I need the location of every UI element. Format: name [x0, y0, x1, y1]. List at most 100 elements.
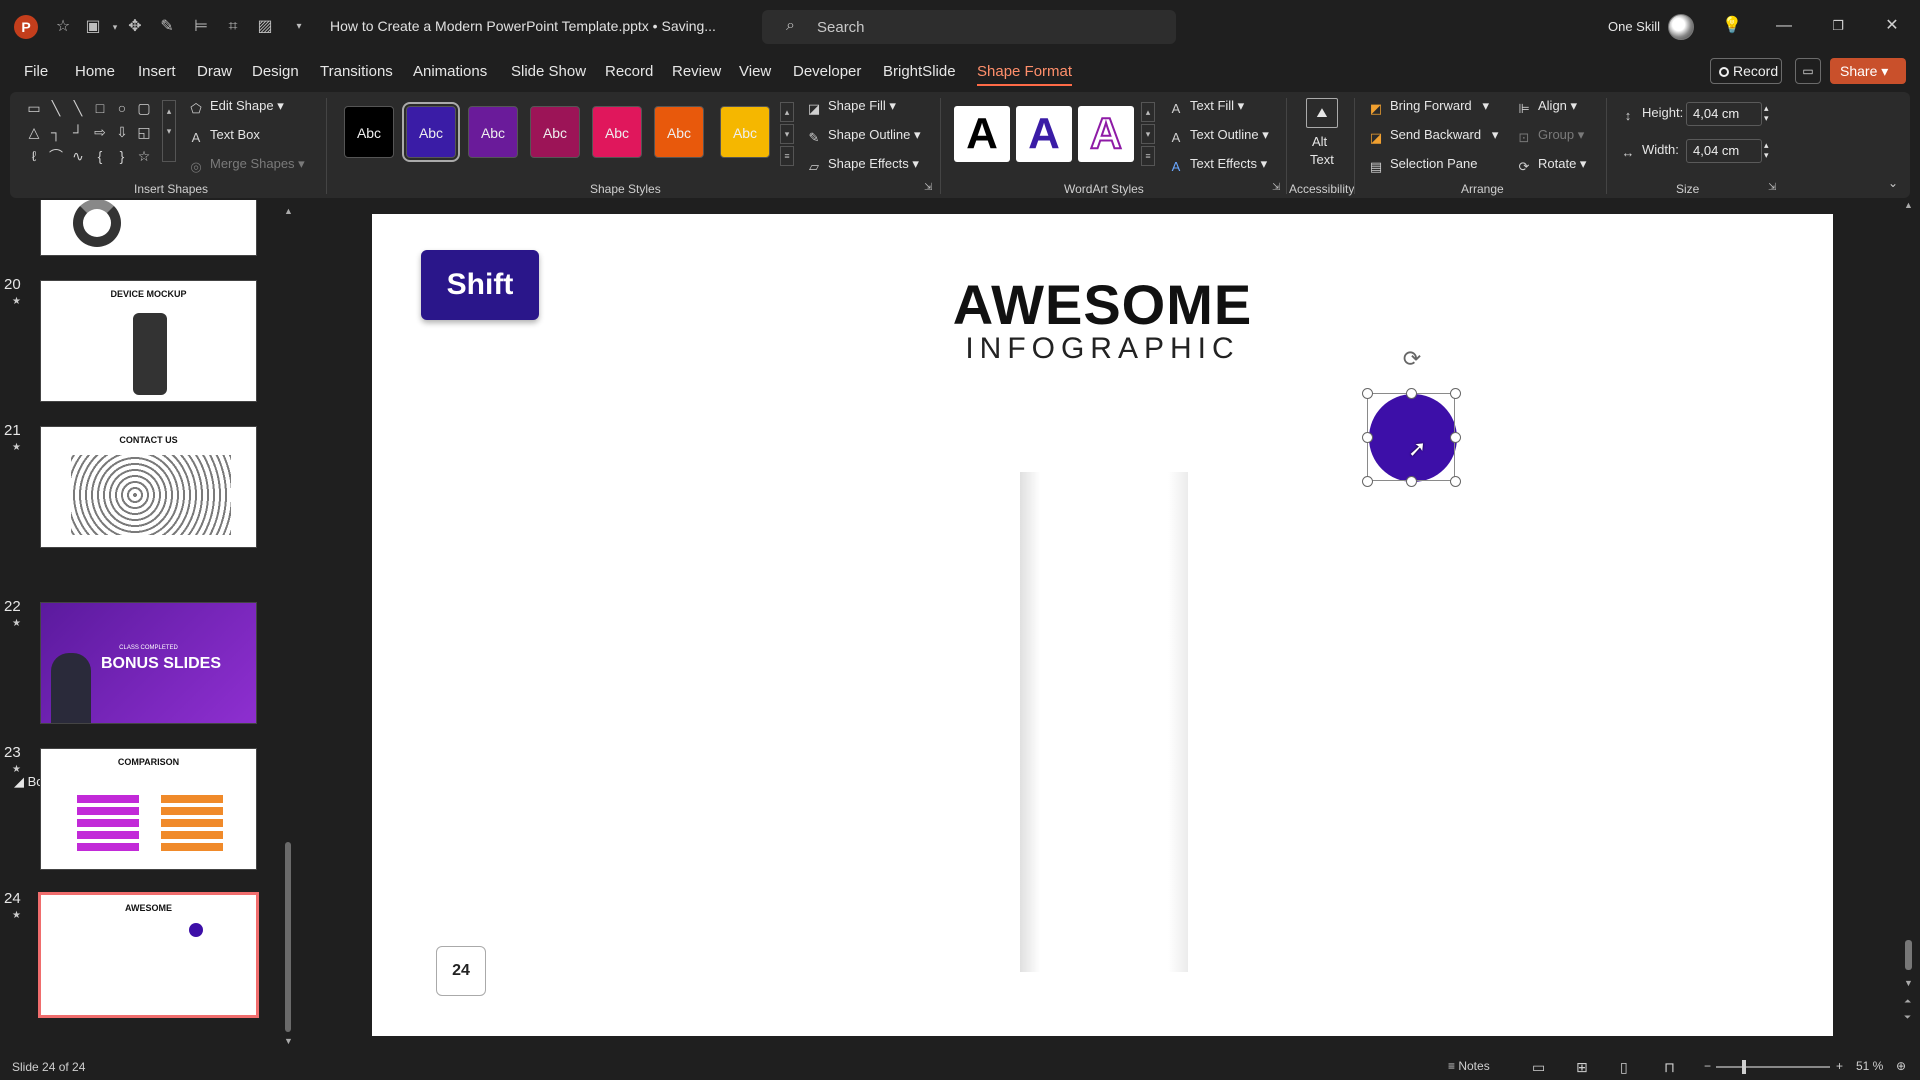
rounded-rect-shape-icon[interactable]: ▢: [136, 100, 152, 116]
resize-handle-bottom-right[interactable]: [1450, 476, 1461, 487]
search-input[interactable]: ⌕ Search: [762, 10, 1176, 44]
curve-shape-icon[interactable]: ∿: [70, 148, 86, 164]
wordart-outline-purple[interactable]: A: [1078, 106, 1134, 162]
tab-animations[interactable]: Animations: [413, 63, 487, 80]
collapse-ribbon-icon[interactable]: ⌄: [1888, 176, 1898, 190]
tab-review[interactable]: Review: [672, 63, 721, 80]
scroll-thumb[interactable]: [1905, 940, 1912, 970]
thumbnail-scrollbar[interactable]: ▲ ▼: [284, 206, 293, 1046]
arrow-right-shape-icon[interactable]: ⇨: [92, 124, 108, 140]
freeform-shape-icon[interactable]: ℓ: [26, 148, 42, 164]
scroll-thumb[interactable]: [285, 842, 291, 1032]
autosave-icon[interactable]: ☆: [52, 16, 74, 38]
record-button[interactable]: Record: [1710, 58, 1782, 84]
rotate-button[interactable]: ⟳ Rotate ▾: [1516, 156, 1587, 175]
minimize-icon[interactable]: —: [1772, 14, 1796, 38]
zoom-slider-thumb[interactable]: [1742, 1060, 1746, 1074]
lightbulb-icon[interactable]: 💡: [1720, 14, 1744, 38]
group-button[interactable]: ⊡ Group ▾: [1516, 127, 1585, 146]
alt-text-label-1[interactable]: Alt: [1312, 134, 1327, 149]
align-button[interactable]: ⊫ Align ▾: [1516, 98, 1577, 117]
next-slide-icon[interactable]: ⏷: [1904, 1012, 1911, 1023]
wordart-more[interactable]: ≡: [1141, 146, 1155, 166]
width-input[interactable]: 4,04 cm: [1686, 139, 1762, 163]
slide-thumbnail-22[interactable]: CLASS COMPLETED BONUS SLIDES: [40, 602, 257, 724]
alt-text-icon[interactable]: ⛰: [1306, 98, 1338, 128]
save-dropdown-icon[interactable]: ▾: [104, 16, 126, 38]
resize-handle-bottom[interactable]: [1406, 476, 1417, 487]
reading-view-icon[interactable]: ▯: [1620, 1059, 1628, 1076]
tab-view[interactable]: View: [739, 63, 771, 80]
save-icon[interactable]: ▣: [82, 16, 104, 38]
tab-slide-show[interactable]: Slide Show: [511, 63, 586, 80]
selection-pane-button[interactable]: ▤ Selection Pane: [1368, 156, 1478, 175]
shape-style-magenta[interactable]: Abc: [530, 106, 580, 158]
connector-icon[interactable]: ┘: [70, 124, 86, 140]
text-effects-button[interactable]: A Text Effects ▾: [1168, 156, 1267, 175]
scroll-down-icon[interactable]: ▼: [1904, 978, 1913, 988]
resize-handle-top-left[interactable]: [1362, 388, 1373, 399]
previous-slide-icon[interactable]: ⏶: [1904, 996, 1911, 1007]
send-backward-button[interactable]: ◪ Send Backward ▾: [1368, 127, 1499, 146]
shape-style-black[interactable]: Abc: [344, 106, 394, 158]
resize-handle-top-right[interactable]: [1450, 388, 1461, 399]
line-shape-icon[interactable]: ╲: [48, 100, 64, 116]
shape-style-purple[interactable]: Abc: [468, 106, 518, 158]
slide-thumbnail-24[interactable]: AWESOME: [38, 892, 259, 1018]
slide-title[interactable]: AWESOME: [372, 272, 1833, 337]
merge-shapes-button[interactable]: ◎ Merge Shapes ▾: [188, 156, 304, 175]
tab-design[interactable]: Design: [252, 63, 299, 80]
format-painter-icon[interactable]: ✎: [156, 16, 178, 38]
notes-button[interactable]: ≡ Notes: [1448, 1059, 1490, 1073]
wordart-indigo[interactable]: A: [1016, 106, 1072, 162]
user-name[interactable]: One Skill: [1608, 19, 1660, 34]
tab-record[interactable]: Record: [605, 63, 653, 80]
align-icon[interactable]: ⊨: [190, 16, 212, 38]
picture-icon[interactable]: ▨: [254, 16, 276, 38]
tab-shape-format[interactable]: Shape Format: [977, 63, 1073, 86]
tab-insert[interactable]: Insert: [138, 63, 176, 80]
close-icon[interactable]: ✕: [1880, 14, 1904, 38]
shape-effects-button[interactable]: ▱ Shape Effects ▾: [806, 156, 919, 175]
shape-outline-button[interactable]: ✎ Shape Outline ▾: [806, 127, 921, 146]
oval-shape-icon[interactable]: ○: [114, 100, 130, 116]
shape-style-yellow[interactable]: Abc: [720, 106, 770, 158]
slide-thumbnails-panel[interactable]: 20 ★ DEVICE MOCKUP 21 ★ CONTACT US ◢ Bon…: [0, 200, 295, 1050]
resize-handle-top[interactable]: [1406, 388, 1417, 399]
rotate-handle-icon[interactable]: ⟳: [1400, 347, 1424, 371]
shape-style-orange[interactable]: Abc: [654, 106, 704, 158]
scroll-up-icon[interactable]: ▲: [1904, 200, 1913, 210]
callout-shape-icon[interactable]: ◱: [136, 124, 152, 140]
scroll-down-icon[interactable]: ▼: [284, 1036, 293, 1046]
text-fill-button[interactable]: A Text Fill ▾: [1168, 98, 1245, 117]
wordart-black[interactable]: A: [954, 106, 1010, 162]
avatar[interactable]: [1668, 14, 1694, 40]
slide-thumbnail-21[interactable]: CONTACT US: [40, 426, 257, 548]
slide-sorter-icon[interactable]: ⊞: [1576, 1059, 1588, 1076]
shape-styles-more[interactable]: ≡: [780, 146, 794, 166]
resize-handle-bottom-left[interactable]: [1362, 476, 1373, 487]
width-stepper[interactable]: ▴ ▾: [1764, 140, 1769, 160]
slide-vertical-scrollbar[interactable]: ▲ ▼ ⏶ ⏷: [1902, 200, 1916, 1030]
alt-text-label-2[interactable]: Text: [1310, 152, 1334, 167]
shape-styles-scroll-up[interactable]: ▴: [780, 102, 794, 122]
document-title[interactable]: How to Create a Modern PowerPoint Templa…: [330, 18, 716, 34]
size-launcher-icon[interactable]: ⇲: [1768, 182, 1776, 193]
zoom-level[interactable]: 51 %: [1856, 1059, 1883, 1073]
shape-fill-button[interactable]: ◪ Shape Fill ▾: [806, 98, 896, 117]
triangle-shape-icon[interactable]: △: [26, 124, 42, 140]
rectangle-shape-icon[interactable]: □: [92, 100, 108, 116]
zoom-in-icon[interactable]: +: [1836, 1059, 1843, 1073]
arc-shape-icon[interactable]: ⌒: [48, 148, 64, 164]
slide-canvas[interactable]: Shift AWESOME INFOGRAPHIC 24 ⟳ ➚: [372, 214, 1833, 1036]
center-shadow-panel[interactable]: [1020, 472, 1188, 972]
text-box-button[interactable]: A Text Box: [188, 127, 260, 146]
tab-transitions[interactable]: Transitions: [320, 63, 393, 80]
slide-subtitle[interactable]: INFOGRAPHIC: [372, 332, 1833, 366]
shapes-gallery[interactable]: ▭ ╲ ╲ □ ○ ▢ △ ┐ ┘ ⇨ ⇩ ◱ ℓ ⌒ ∿ { } ☆: [26, 100, 162, 170]
share-button[interactable]: Share ▾: [1830, 58, 1906, 84]
line-shape-icon[interactable]: ╲: [70, 100, 86, 116]
page-number-box[interactable]: 24: [436, 946, 486, 996]
elbow-connector-icon[interactable]: ┐: [48, 124, 64, 140]
wordart-scroll-down[interactable]: ▾: [1141, 124, 1155, 144]
